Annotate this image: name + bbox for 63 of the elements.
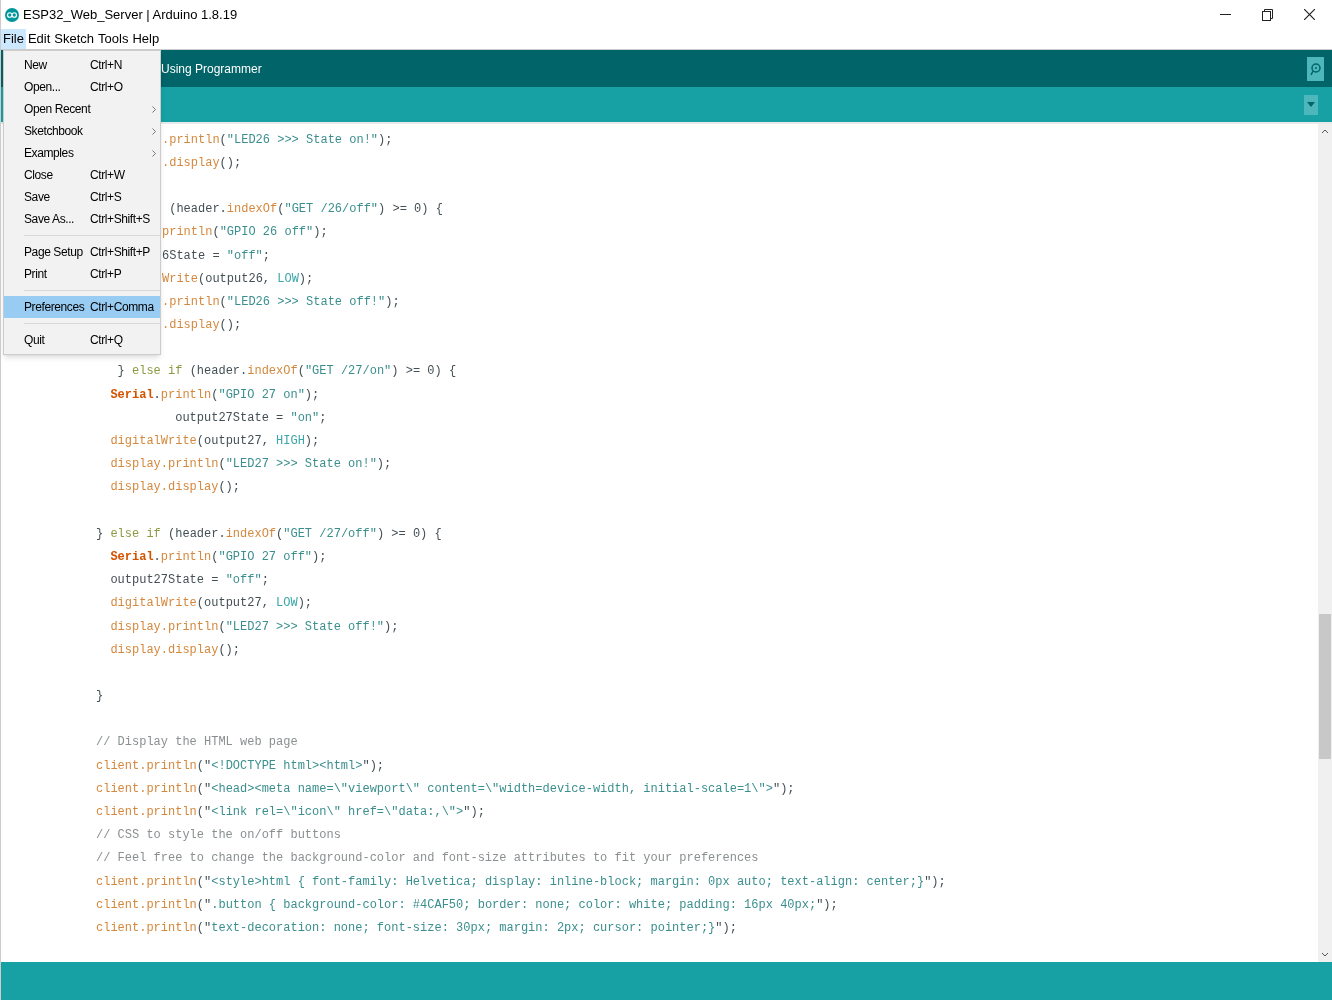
code-line: client.println("<link rel=\"icon\" href=\"data:,\">"); — [96, 804, 485, 822]
menu-bar-item[interactable]: Edit — [25, 29, 53, 49]
serial-monitor-button[interactable] — [1307, 56, 1324, 81]
chevron-right-icon — [152, 105, 156, 113]
menu-bar-item[interactable]: Tools — [96, 29, 131, 49]
menu-item[interactable]: Preferences Ctrl+Comma — [4, 296, 160, 318]
menu-item[interactable]: Close Ctrl+W — [4, 164, 160, 186]
code-line: .println("LED26 >>> State off!"); — [162, 293, 400, 311]
code-line: // Display the HTML web page — [96, 734, 298, 752]
code-line: client.println(".button { background-color: #4CAF50; border: none; color: white; padding: 16px 40px;"); — [96, 896, 838, 914]
menu-bar-item[interactable]: File — [1, 29, 26, 49]
scroll-down-icon[interactable] — [1321, 952, 1329, 958]
code-line: display.display(); — [109, 641, 241, 659]
code-line: client.println("text-decoration: none; font-size: 30px; margin: 2px; cursor: pointer;}"); — [96, 919, 737, 937]
menu-item[interactable]: Save Ctrl+S — [4, 186, 160, 208]
chevron-right-icon — [152, 127, 156, 135]
code-line: display.println("LED27 >>> State on!"); — [109, 456, 392, 474]
code-line: Serial.println("GPIO 27 off"); — [109, 548, 327, 566]
minimize-icon — [1219, 13, 1231, 16]
restore-icon — [1261, 8, 1273, 21]
window-title: ESP32_Web_Server | Arduino 1.8.19 — [23, 5, 238, 24]
code-line: output27State = "off"; — [109, 572, 269, 590]
code-line: // CSS to style the on/off buttons — [96, 827, 341, 845]
code-line: display.println("LED27 >>> State off!"); — [109, 618, 399, 636]
code-line: digitalWrite(output27, HIGH); — [109, 433, 320, 451]
code-line: .display(); — [162, 317, 242, 335]
code-line: client.println("<!DOCTYPE html><html>"); — [96, 757, 385, 775]
menu-item[interactable]: Print Ctrl+P — [4, 263, 160, 285]
code-line: output27State = "on"; — [174, 409, 327, 427]
menu-item[interactable]: Page Setup Ctrl+Shift+P — [4, 241, 160, 263]
scroll-up-icon[interactable] — [1321, 128, 1329, 134]
code-line: digitalWrite(output27, LOW); — [109, 595, 313, 613]
scroll-thumb[interactable] — [1319, 614, 1331, 759]
code-line: (header.indexOf("GET /26/off") >= 0) { — [168, 201, 443, 219]
menu-item[interactable]: Sketchbook — [4, 120, 160, 142]
chevron-right-icon — [152, 149, 156, 157]
code-line: client.println("<style>html { font-family: Helvetica; display: inline-block; margin: 0px auto; text-align: center;}"); — [96, 873, 946, 891]
code-line: } — [96, 688, 104, 706]
menu-item[interactable]: Examples — [4, 142, 160, 164]
code-line: } else if (header.indexOf("GET /27/off") >= 0) { — [96, 525, 442, 543]
menu-bar-item[interactable]: Sketch — [52, 29, 97, 49]
code-line: Write(output26, LOW); — [162, 270, 314, 288]
menu-item[interactable]: Save As... Ctrl+Shift+S — [4, 208, 160, 230]
code-line: } else if (header.indexOf("GET /27/on") >= 0) { — [116, 363, 457, 381]
close-icon — [1303, 9, 1315, 20]
code-line: .println("LED26 >>> State on!"); — [162, 131, 393, 149]
menu-bar-item[interactable]: Help — [130, 29, 162, 49]
menu-item[interactable]: Open... Ctrl+O — [4, 76, 160, 98]
menu-item[interactable]: Open Recent — [4, 98, 160, 120]
menu-item[interactable]: Quit Ctrl+Q — [4, 329, 160, 351]
code-line: // Feel free to change the background-color and font-size attributes to fit your preferences — [96, 850, 759, 868]
code-line: 6State = "off"; — [162, 247, 271, 265]
code-line: .display(); — [162, 154, 242, 172]
code-line: Serial.println("GPIO 27 on"); — [109, 386, 320, 404]
code-line: display.display(); — [109, 479, 241, 497]
toolbar-status-text: Using Programmer — [161, 60, 262, 78]
code-line: println("GPIO 26 off"); — [162, 224, 328, 242]
tab-menu-button[interactable] — [1304, 94, 1318, 115]
magnifier-icon — [1309, 61, 1322, 76]
code-line: client.println("<head><meta name=\"viewport\" content=\"width=device-width, initial-scale=1\">"); — [96, 780, 795, 798]
menu-item[interactable]: New Ctrl+N — [4, 54, 160, 76]
dropdown-triangle-icon — [1307, 102, 1315, 107]
arduino-logo-icon — [5, 7, 19, 22]
